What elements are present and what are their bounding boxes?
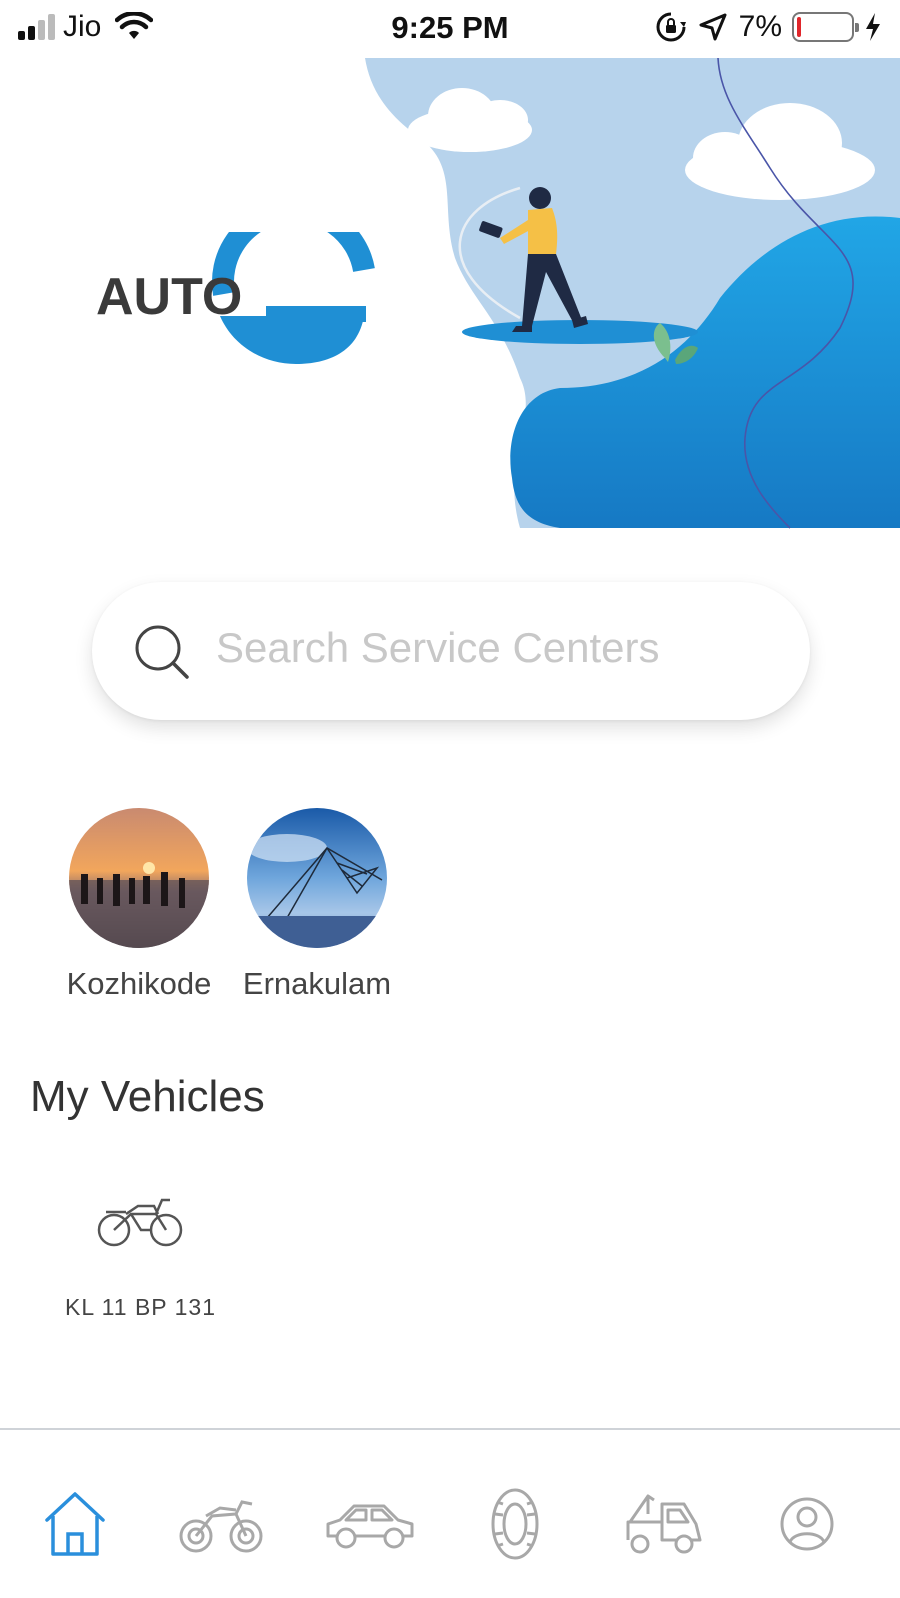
city-label-kozhikode: Kozhikode [66,966,212,1001]
vehicle-card[interactable]: KL 11 BP 131 [58,1192,223,1321]
nav-profile[interactable] [762,1484,852,1564]
vehicle-plate: KL 11 BP 131 [65,1294,216,1320]
location-arrow-icon [699,13,727,41]
nav-tyre[interactable] [470,1484,560,1564]
rotation-lock-icon [656,12,686,42]
logo-text: AUTO [96,268,242,326]
status-right: 7% [655,10,882,44]
profile-icon [780,1497,834,1551]
city-photo-ernakulam [247,808,387,948]
tyre-icon [491,1488,539,1560]
battery-percentage: 7% [738,10,782,43]
status-bar: Jio 9:25 PM 7% [0,0,900,60]
tow-truck-icon [626,1494,702,1554]
nav-bike[interactable] [176,1484,266,1564]
city-photo-kozhikode [69,808,209,948]
motorbike-icon [97,1198,182,1247]
search-input[interactable] [216,618,776,678]
section-title-my-vehicles: My Vehicles [30,1072,265,1121]
nav-car[interactable] [322,1484,418,1564]
battery-icon [792,12,859,42]
car-icon [326,1504,414,1549]
motorbike-icon [179,1500,263,1553]
city-kozhikode[interactable]: Kozhikode [54,808,224,1002]
search-icon[interactable] [132,622,192,682]
bottom-nav [0,1428,900,1598]
autog-logo: AUTO [96,232,375,364]
nav-home[interactable] [30,1484,120,1564]
city-label-ernakulam: Ernakulam [242,966,392,1001]
city-ernakulam[interactable]: Ernakulam [232,808,402,1002]
nav-tow[interactable] [618,1484,708,1564]
charging-bolt-icon [866,13,880,41]
home-icon [45,1492,105,1556]
